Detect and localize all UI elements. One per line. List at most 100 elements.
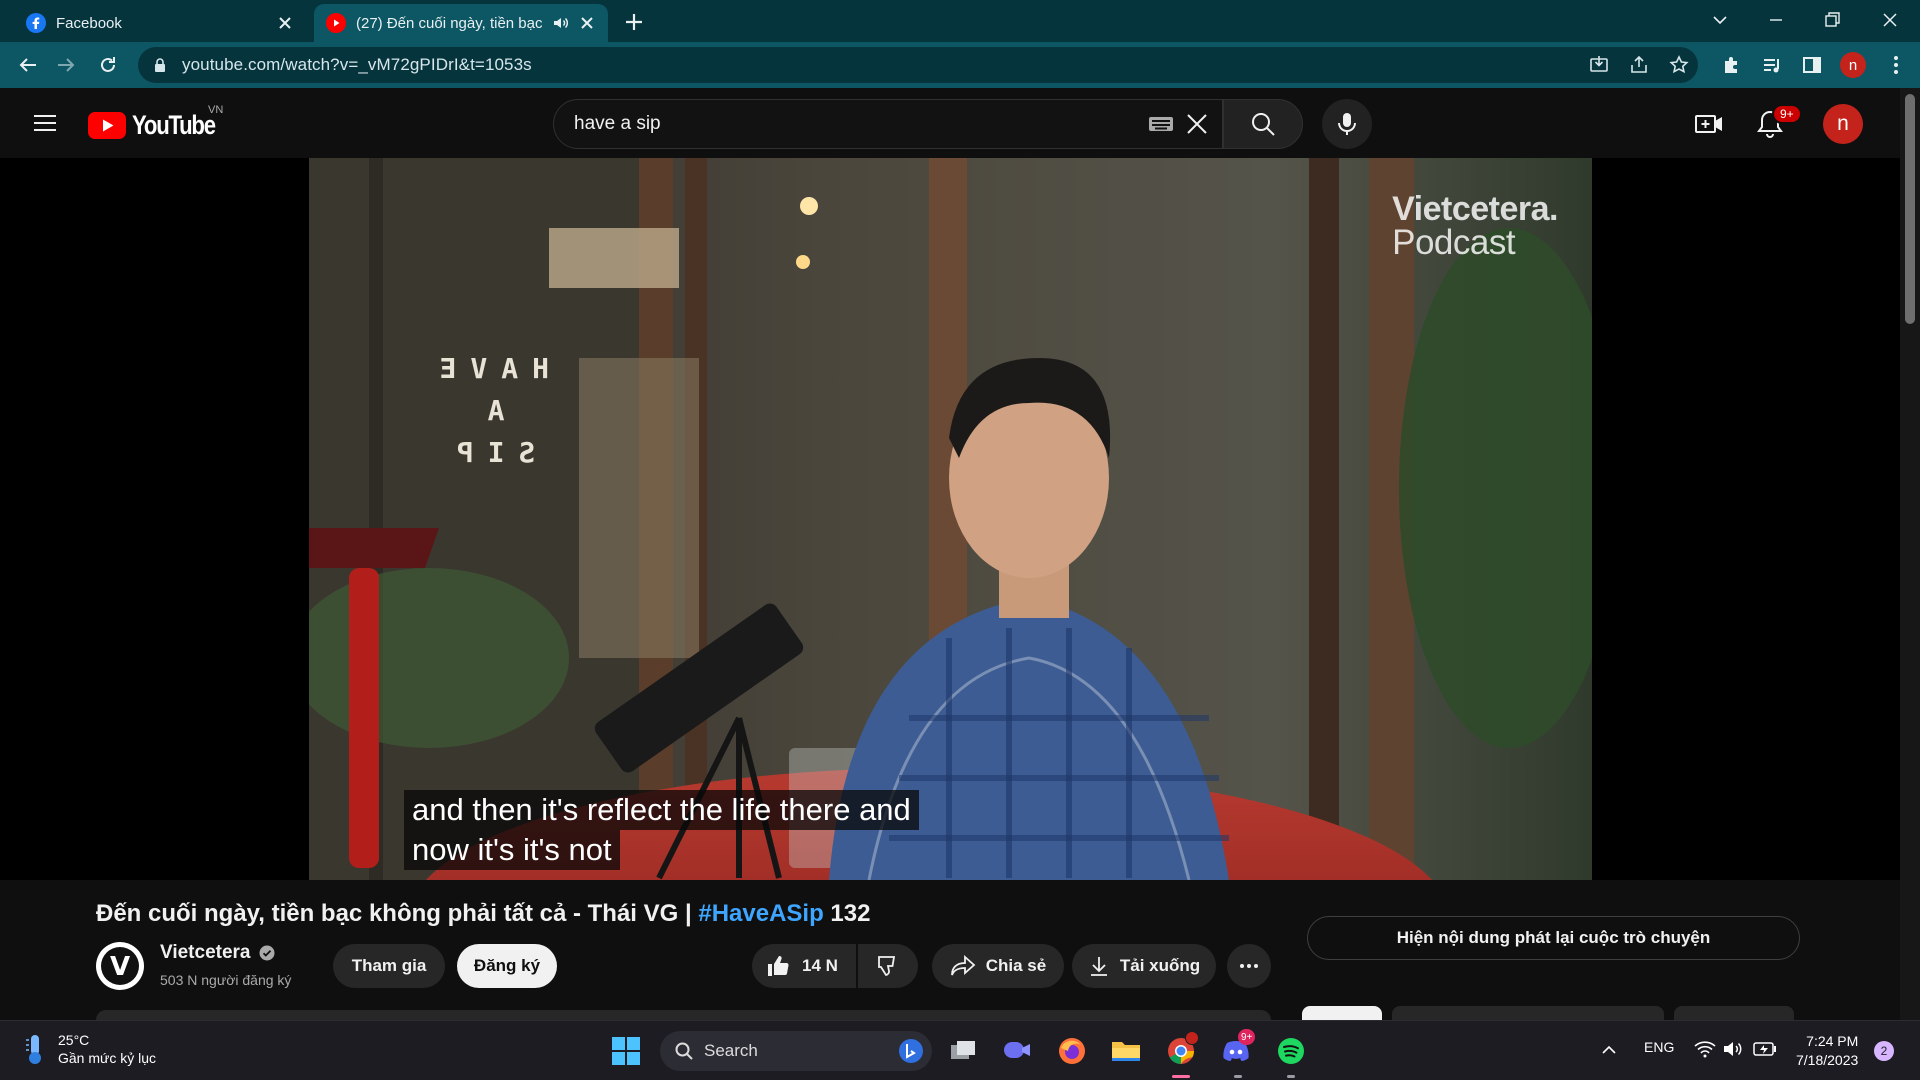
more-actions-button[interactable] — [1227, 944, 1271, 988]
show-hidden-icons-chevron-icon[interactable] — [1600, 1043, 1618, 1057]
scrollbar-thumb[interactable] — [1905, 94, 1915, 324]
side-panel-button[interactable] — [1798, 51, 1826, 79]
windows-logo-icon — [612, 1037, 640, 1065]
tab-youtube-video[interactable]: (27) Đến cuối ngày, tiền bạc không phải … — [314, 4, 608, 42]
spotify-button[interactable] — [1273, 1033, 1309, 1069]
back-arrow-icon — [19, 58, 36, 72]
region-code: VN — [208, 104, 224, 116]
channel-avatar[interactable]: V — [96, 942, 144, 990]
share-button[interactable]: Chia sẻ — [932, 944, 1064, 988]
create-video-icon[interactable] — [1694, 110, 1724, 138]
start-button[interactable] — [608, 1033, 644, 1069]
wifi-icon[interactable] — [1694, 1040, 1716, 1058]
tab-title: Facebook — [56, 14, 122, 32]
channel-initial: V — [110, 952, 130, 982]
caption-line-2: now it's it's not — [404, 830, 620, 870]
tab-search-chevron-icon[interactable] — [1706, 8, 1734, 32]
notification-badge: 9+ — [1772, 104, 1802, 124]
youtube-favicon-icon — [326, 13, 346, 33]
clock-date: 7/18/2023 — [1796, 1052, 1859, 1068]
more-horizontal-icon — [1240, 964, 1258, 968]
restore-icon[interactable] — [1818, 8, 1846, 32]
youtube-masthead: YouTube VN have a sip 9+ n — [0, 88, 1900, 158]
discord-button[interactable]: 9+ — [1218, 1029, 1256, 1069]
facebook-icon — [26, 13, 46, 33]
account-avatar[interactable]: n — [1823, 104, 1863, 144]
notification-count-badge[interactable]: 2 — [1874, 1041, 1894, 1061]
address-bar[interactable]: youtube.com/watch?v=_vM72gPIDrI&t=1053s — [138, 47, 1698, 83]
task-view-button[interactable] — [945, 1033, 981, 1069]
audio-playing-icon[interactable] — [552, 14, 570, 32]
share-icon[interactable] — [1628, 54, 1650, 76]
hamburger-menu-icon[interactable] — [32, 110, 58, 136]
browser-profile-avatar[interactable]: n — [1840, 52, 1866, 78]
volume-icon[interactable] — [1722, 1040, 1744, 1058]
verified-check-icon — [259, 945, 274, 961]
share-arrow-icon — [950, 955, 976, 976]
subscriber-count: 503 N người đăng ký — [160, 972, 292, 988]
chat-camera-icon — [1004, 1042, 1030, 1058]
download-label: Tải xuống — [1119, 956, 1201, 975]
tab-facebook[interactable]: Facebook — [14, 4, 306, 42]
close-tab-icon[interactable] — [578, 14, 596, 32]
system-clock[interactable]: 7:24 PM 7/18/2023 — [1796, 1032, 1858, 1070]
browser-toolbar: youtube.com/watch?v=_vM72gPIDrI&t=1053s … — [0, 42, 1920, 88]
taskbar-search[interactable]: Search — [660, 1031, 932, 1071]
playlist-icon — [1764, 59, 1779, 73]
lock-icon — [155, 58, 165, 72]
forward-arrow-icon — [58, 58, 75, 72]
media-control-button[interactable] — [1758, 51, 1786, 79]
channel-name-link[interactable]: Vietcetera — [160, 942, 275, 964]
close-window-icon[interactable] — [1876, 8, 1904, 32]
new-tab-icon[interactable] — [622, 10, 646, 34]
minimize-icon[interactable] — [1762, 8, 1790, 32]
search-input[interactable]: have a sip — [553, 99, 1223, 149]
browser-menu-button[interactable] — [1882, 51, 1910, 79]
search-label: Search — [704, 1041, 758, 1060]
battery-charging-icon[interactable] — [1753, 1041, 1777, 1057]
page-scrollbar[interactable] — [1900, 88, 1920, 1020]
forward-button[interactable] — [52, 51, 80, 79]
teams-chat-button[interactable] — [999, 1033, 1035, 1069]
clear-search-icon[interactable] — [1184, 111, 1210, 137]
search-button[interactable] — [1223, 99, 1303, 149]
subscribe-button[interactable]: Đăng ký — [457, 944, 557, 988]
channel-name: Vietcetera — [160, 942, 251, 963]
chrome-profile-badge — [1185, 1031, 1199, 1045]
join-button[interactable]: Tham gia — [333, 944, 445, 988]
extensions-button[interactable] — [1718, 51, 1746, 79]
bookmark-star-icon[interactable] — [1668, 54, 1690, 76]
task-view-icon — [951, 1041, 975, 1059]
weather-widget[interactable]: 25°C Gần mức kỷ lục — [22, 1031, 156, 1067]
join-label: Tham gia — [351, 956, 427, 975]
close-tab-icon[interactable] — [276, 14, 294, 32]
file-explorer-button[interactable] — [1108, 1033, 1144, 1069]
chat-replay-label: Hiện nội dung phát lại cuộc trò chuyện — [1396, 928, 1711, 947]
video-title-episode: 132 — [823, 900, 871, 927]
youtube-logo[interactable]: YouTube VN — [88, 104, 233, 140]
video-frame — [309, 158, 1592, 880]
download-button[interactable]: Tải xuống — [1072, 944, 1216, 988]
windows-taskbar: 25°C Gần mức kỷ lục Search 9+ ENG 7:24 P… — [0, 1020, 1920, 1080]
show-chat-replay-button[interactable]: Hiện nội dung phát lại cuộc trò chuyện — [1307, 916, 1800, 960]
reload-button[interactable] — [94, 51, 122, 79]
back-button[interactable] — [14, 51, 42, 79]
have-a-sip-sign: HAVE A SIP — [409, 348, 549, 478]
video-info-section: Đến cuối ngày, tiền bạc không phải tất c… — [0, 880, 1900, 1030]
voice-search-button[interactable] — [1322, 99, 1372, 149]
weather-description: Gần mức kỷ lục — [58, 1050, 157, 1066]
like-button[interactable]: 14 N — [752, 944, 856, 988]
keyboard-icon[interactable] — [1148, 115, 1174, 133]
dislike-button[interactable] — [858, 944, 918, 988]
subscribe-label: Đăng ký — [473, 956, 541, 975]
hashtag-link[interactable]: #HaveASip — [698, 900, 823, 927]
firefox-button[interactable] — [1054, 1033, 1090, 1069]
reload-icon — [101, 57, 115, 72]
chrome-button[interactable] — [1163, 1031, 1199, 1069]
side-panel-icon — [1803, 57, 1821, 73]
input-language[interactable]: ENG — [1644, 1039, 1674, 1055]
watermark-sub: Podcast — [1392, 223, 1516, 262]
clock-time: 7:24 PM — [1806, 1033, 1859, 1049]
install-app-icon[interactable] — [1588, 54, 1610, 76]
video-player[interactable]: HAVE A SIP Vietcetera. Podcast and then … — [309, 158, 1592, 880]
